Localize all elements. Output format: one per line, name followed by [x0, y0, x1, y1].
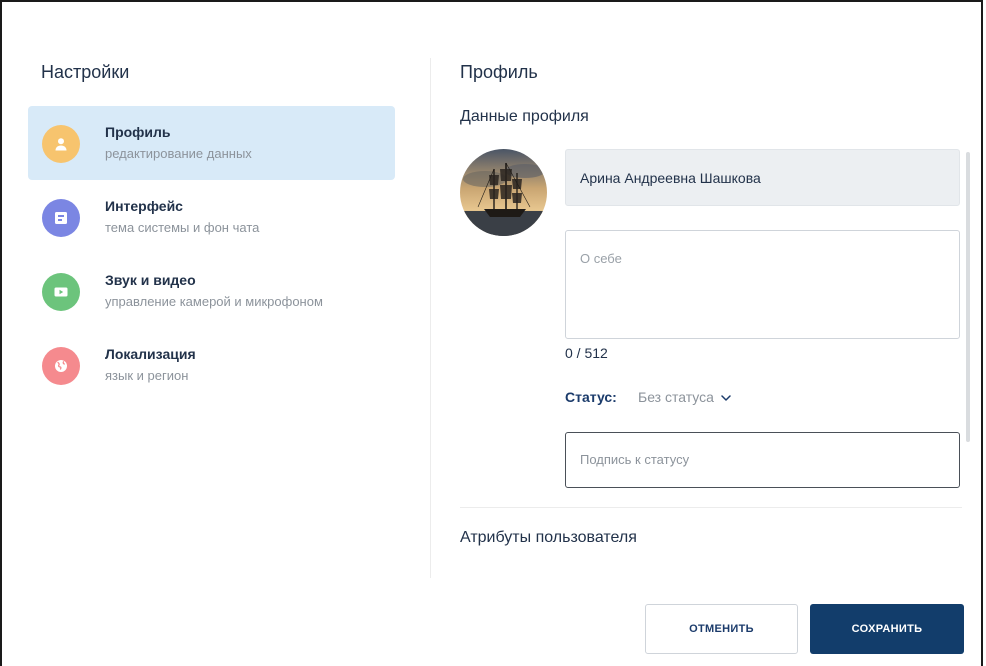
settings-title: Настройки	[41, 62, 130, 82]
scrollbar[interactable]	[966, 152, 970, 442]
avatar[interactable]	[460, 149, 547, 236]
about-placeholder: О себе	[580, 251, 622, 266]
character-counter: 0 / 512	[565, 345, 608, 361]
sidebar-item-interface[interactable]: Интерфейс тема системы и фон чата	[28, 180, 395, 254]
cancel-button[interactable]: ОТМЕНИТЬ	[645, 604, 798, 654]
about-textarea[interactable]: О себе	[565, 230, 960, 339]
panel-divider	[430, 58, 431, 578]
status-caption-input[interactable]: Подпись к статусу	[565, 432, 960, 488]
sidebar-item-subtitle: язык и регион	[105, 368, 189, 383]
status-caption-placeholder: Подпись к статусу	[580, 452, 690, 467]
sidebar-item-subtitle: тема системы и фон чата	[105, 220, 260, 235]
sidebar-item-subtitle: редактирование данных	[105, 146, 252, 161]
status-dropdown[interactable]: Без статуса	[638, 389, 731, 405]
sidebar-item-subtitle: управление камерой и микрофоном	[105, 294, 323, 309]
attributes-title: Атрибуты пользователя	[460, 529, 637, 546]
section-title: Данные профиля	[460, 108, 589, 125]
sidebar-item-title: Интерфейс	[105, 198, 183, 214]
section-divider	[460, 507, 962, 508]
settings-dialog: Настройки Профиль редактирование данных …	[0, 0, 983, 666]
globe-icon	[42, 347, 80, 385]
status-value: Без статуса	[638, 389, 714, 405]
sidebar-item-title: Звук и видео	[105, 272, 196, 288]
page-title: Профиль	[460, 62, 538, 82]
sidebar-item-profile[interactable]: Профиль редактирование данных	[28, 106, 395, 180]
save-button[interactable]: СОХРАНИТЬ	[810, 604, 964, 654]
sidebar-item-localization[interactable]: Локализация язык и регион	[28, 328, 395, 402]
sidebar-item-title: Профиль	[105, 124, 171, 140]
status-label: Статус:	[565, 389, 617, 405]
name-field[interactable]: Арина Андреевна Шашкова	[565, 149, 960, 206]
chevron-down-icon	[721, 394, 731, 401]
palette-icon	[42, 199, 80, 237]
video-icon	[42, 273, 80, 311]
ship-image	[460, 149, 547, 236]
sidebar-item-sound-video[interactable]: Звук и видео управление камерой и микроф…	[28, 254, 395, 328]
user-icon	[42, 125, 80, 163]
sidebar-item-title: Локализация	[105, 346, 196, 362]
